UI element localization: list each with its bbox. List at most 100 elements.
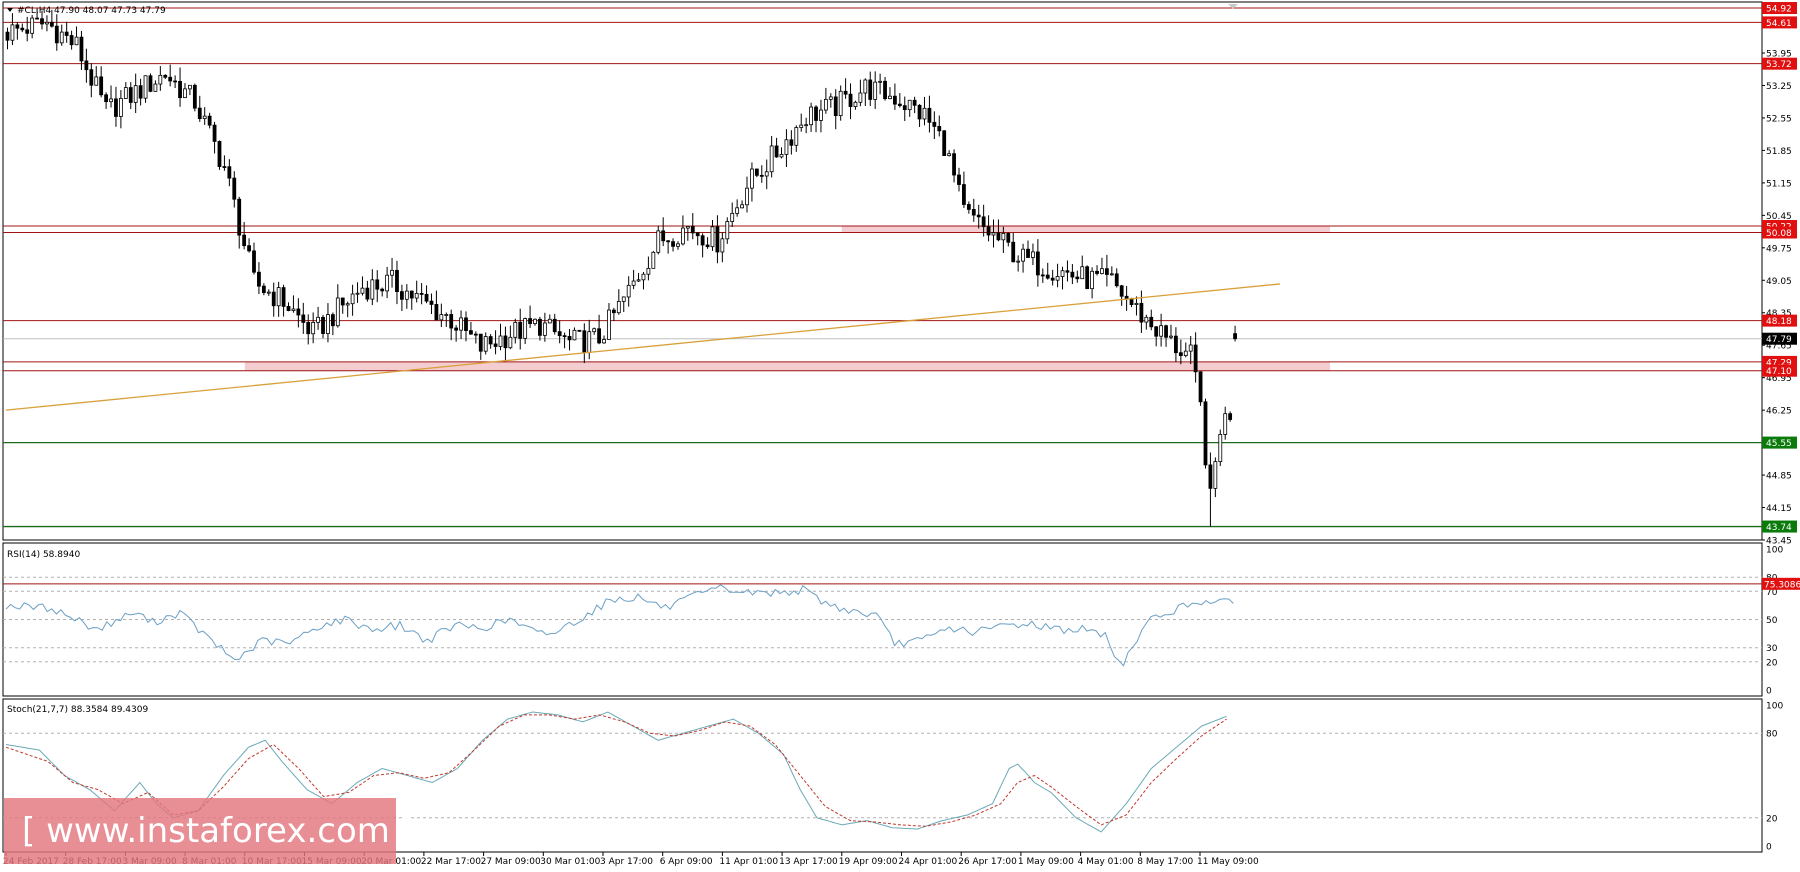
candle-body [464,317,468,331]
candle-body [991,232,996,236]
trendline [5,283,1281,411]
candle-body [981,216,986,228]
candle-body [158,74,163,85]
candle-body [153,83,158,92]
stoch-tick-label: 20 [1766,814,1778,824]
candle-body [148,75,153,92]
candle-body [626,284,631,298]
candle-body [863,79,868,94]
candle-body [306,322,311,335]
rsi-tick-label: 0 [1766,687,1772,697]
candle-body [1021,248,1025,262]
candle-body [350,293,355,305]
candle-body [819,109,823,121]
candle-body [838,90,843,117]
candle-body [572,329,577,341]
candle-body [266,291,271,294]
candle-body [1183,350,1188,356]
rsi-tick-label: 100 [1766,546,1783,556]
candle-body [429,300,434,305]
candle-body [700,235,705,246]
candle-body [30,17,35,34]
candle-body [197,107,202,120]
y-tick-label: 49.75 [1766,244,1792,254]
chart-svg: 53.9553.2552.5551.8551.1550.4549.7549.05… [2,1,1800,867]
y-tick-label: 49.05 [1766,277,1792,287]
y-tick-label: 51.85 [1766,147,1792,157]
candle-body [1193,344,1198,373]
candle-body [957,174,961,185]
candle-body [636,279,641,282]
candle-body [1075,276,1080,280]
candle-body [715,226,720,253]
x-tick-label: 4 May 01:00 [1078,857,1134,867]
candle-body [917,104,922,120]
candle-body [986,226,991,236]
candle-body [730,212,735,222]
candle-body [1198,371,1203,403]
candle-body [478,333,483,352]
stoch-tick-label: 80 [1766,730,1778,740]
candle-body [1139,302,1144,323]
candle-body [360,287,365,294]
candle-body [94,76,99,86]
candle-body [868,79,873,100]
candle-body [45,21,49,25]
candle-body [168,76,173,82]
candle-body [1203,401,1208,466]
candle-body [345,303,350,306]
candle-body [316,316,320,323]
candle-body [163,74,168,78]
candle-body [1223,413,1228,435]
candle-body [59,31,64,44]
candle-body [710,226,715,248]
candle-body [513,321,518,338]
candle-body [607,309,611,340]
candle-body [498,335,503,347]
candle-body [1178,352,1183,356]
candle-body [99,76,104,96]
candle-body [365,287,370,300]
candle-body [735,207,740,214]
candle-body [947,153,952,156]
candle-body [784,139,789,155]
candle-body [1090,270,1094,290]
trend-layer [5,283,1281,411]
candle-body [1134,302,1139,305]
stoch-tick-label: 100 [1766,702,1783,712]
candle-body [774,145,779,158]
candle-body [1055,276,1060,281]
candle-body [483,336,488,352]
candle-body [1144,316,1149,323]
candle-body [454,327,459,331]
candle-body [853,101,858,107]
rsi-tick-label: 50 [1766,616,1778,626]
candle-body [720,238,725,253]
candle-body [873,81,878,100]
candle-body [1001,233,1006,241]
candle-body [764,171,769,177]
candle-body [577,329,582,332]
candle-body [562,335,567,338]
candle-body [1218,434,1223,463]
candle-body [799,124,804,128]
dropdown-arrow-icon[interactable] [7,8,13,12]
candle-body [695,232,700,237]
x-tick-label: 11 May 09:00 [1197,857,1259,867]
candle-body [759,174,764,177]
candle-body [1095,270,1099,274]
candle-body [286,306,291,312]
candle-body [123,87,128,99]
candle-body [138,85,143,99]
candle-body [173,80,178,83]
candle-body [666,240,671,243]
candle-body [646,267,651,275]
candle-body [178,80,182,99]
candle-body [616,300,621,314]
candle-body [493,343,498,347]
candle-body [217,141,222,167]
candle-body [281,287,286,307]
candle-body [40,18,44,25]
candle-body [557,331,562,337]
candle-body [952,153,956,176]
